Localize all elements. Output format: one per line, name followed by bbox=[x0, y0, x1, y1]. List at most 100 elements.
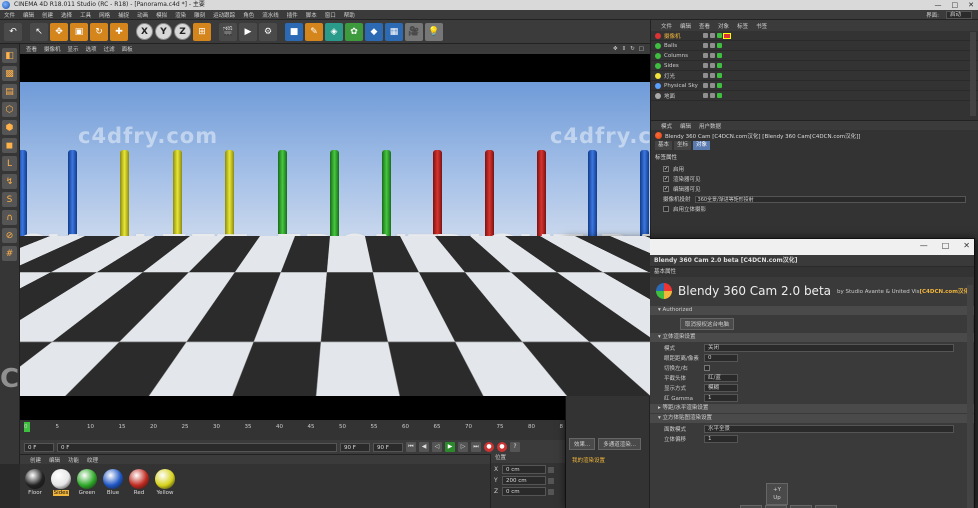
object-name[interactable]: Balls bbox=[664, 43, 677, 49]
menu-item[interactable]: 帮助 bbox=[340, 11, 359, 19]
object-row[interactable]: 灯光 bbox=[651, 71, 978, 81]
enabled-check-icon[interactable] bbox=[717, 63, 722, 68]
object-visibility-flags[interactable] bbox=[703, 63, 722, 68]
viewport-menu-item[interactable]: 选项 bbox=[86, 45, 97, 53]
cube-icon[interactable]: ■ bbox=[285, 22, 303, 41]
object-visibility-flags[interactable] bbox=[703, 73, 722, 78]
menu-item[interactable]: 编辑 bbox=[19, 11, 38, 19]
viewport-menu-item[interactable]: 摄像机 bbox=[44, 45, 61, 53]
menu-item[interactable]: 文件 bbox=[0, 11, 19, 19]
enabled-check-icon[interactable] bbox=[717, 73, 722, 78]
tweak-mode-icon[interactable]: ↯ bbox=[2, 174, 17, 189]
snap-icon[interactable]: S bbox=[2, 192, 17, 207]
object-row[interactable]: Sides bbox=[651, 61, 978, 71]
viewport-menu-item[interactable]: 面板 bbox=[122, 45, 133, 53]
keyframe-icon[interactable]: ? bbox=[510, 442, 520, 452]
cloner-icon[interactable]: ✿ bbox=[345, 22, 363, 41]
effect-item[interactable]: 立体 bbox=[566, 325, 649, 335]
object-menu-item[interactable]: 书签 bbox=[756, 22, 767, 30]
render-visibility-icon[interactable] bbox=[710, 43, 715, 48]
object-menu-item[interactable]: 标签 bbox=[737, 22, 748, 30]
editor-visibility-icon[interactable] bbox=[703, 93, 708, 98]
property-dropdown[interactable]: 关闭 bbox=[704, 344, 954, 352]
render-view-icon[interactable]: 🎬 bbox=[219, 22, 237, 41]
render-visibility-icon[interactable] bbox=[710, 63, 715, 68]
render-visibility-icon[interactable] bbox=[710, 73, 715, 78]
material-preview[interactable] bbox=[103, 469, 123, 489]
effect-item[interactable]: 多通道 bbox=[566, 296, 649, 306]
light-icon[interactable]: 💡 bbox=[425, 22, 443, 41]
grid-icon[interactable]: # bbox=[2, 246, 17, 261]
add-effect-button[interactable]: 效果... bbox=[569, 438, 596, 450]
next-frame-icon[interactable]: ▷ bbox=[458, 442, 468, 452]
object-visibility-flags[interactable] bbox=[703, 83, 722, 88]
record-icon[interactable]: ● bbox=[484, 442, 494, 452]
menu-item[interactable]: 窗口 bbox=[321, 11, 340, 19]
property-number-field[interactable]: 1 bbox=[704, 435, 738, 443]
render-picture-viewer-icon[interactable]: ▶ bbox=[239, 22, 257, 41]
object-name[interactable]: 地面 bbox=[664, 92, 675, 100]
maximize-view-icon[interactable]: □ bbox=[639, 46, 644, 52]
editor-visibility-icon[interactable] bbox=[703, 73, 708, 78]
workplane-icon[interactable]: ▤ bbox=[2, 84, 17, 99]
property-dropdown[interactable]: 模糊 bbox=[704, 384, 738, 392]
polygons-mode-icon[interactable]: ◼ bbox=[2, 138, 17, 153]
object-name[interactable]: 摄像机 bbox=[664, 32, 681, 40]
magnet-icon[interactable]: ∩ bbox=[2, 210, 17, 225]
effect-checkbox[interactable] bbox=[570, 317, 576, 324]
attribute-checkbox[interactable] bbox=[663, 206, 669, 212]
object-manager-scrollbar[interactable] bbox=[970, 32, 976, 116]
attribute-dropdown[interactable]: 360全景/渐进等矩形投射 bbox=[694, 195, 966, 203]
menu-item[interactable]: 流水线 bbox=[258, 11, 283, 19]
editor-visibility-icon[interactable] bbox=[703, 53, 708, 58]
render-settings-icon[interactable]: ⚙ bbox=[259, 22, 277, 41]
zoom-icon[interactable]: ⇕ bbox=[622, 46, 627, 52]
effect-checkbox[interactable]: ✓ bbox=[570, 374, 576, 381]
effect-item[interactable]: ✓ Blendy 360 Cam 2.0 be bbox=[566, 372, 649, 383]
effect-checkbox[interactable] bbox=[570, 345, 576, 352]
object-row[interactable]: 地面 bbox=[651, 91, 978, 101]
effect-item[interactable]: ✓ 保存 bbox=[566, 287, 649, 297]
end-frame-field[interactable]: 90 F bbox=[340, 442, 370, 452]
axis-mode-icon[interactable]: L bbox=[2, 156, 17, 171]
cube-face-up-button[interactable]: +Y Up bbox=[766, 483, 788, 505]
points-mode-icon[interactable]: ⬡ bbox=[2, 102, 17, 117]
attribute-checkbox[interactable]: ✓ bbox=[663, 186, 669, 192]
material-swatch[interactable]: Sides bbox=[50, 469, 72, 496]
enabled-check-icon[interactable] bbox=[717, 53, 722, 58]
camera-icon[interactable]: 🎥 bbox=[405, 22, 423, 41]
floor-icon[interactable]: ▦ bbox=[385, 22, 403, 41]
object-row[interactable]: Physical Sky bbox=[651, 81, 978, 91]
attribute-menu-item[interactable]: 编辑 bbox=[680, 122, 691, 130]
live-select-icon[interactable]: ↖ bbox=[30, 22, 48, 41]
effect-checkbox[interactable] bbox=[570, 307, 576, 314]
attribute-tab[interactable]: 对象 bbox=[693, 141, 711, 150]
autokey-icon[interactable]: ● bbox=[497, 442, 507, 452]
object-visibility-flags[interactable] bbox=[703, 93, 722, 98]
model-mode-icon[interactable]: ◧ bbox=[2, 48, 17, 63]
menu-item[interactable]: 雕刻 bbox=[190, 11, 209, 19]
property-dropdown[interactable]: 水平全景 bbox=[704, 425, 954, 433]
edges-mode-icon[interactable]: ⬢ bbox=[2, 120, 17, 135]
move-icon[interactable]: ✥ bbox=[50, 22, 68, 41]
material-swatch[interactable]: Yellow bbox=[154, 469, 176, 496]
material-menu-item[interactable]: 创建 bbox=[30, 456, 41, 464]
pos-y-field[interactable]: 200 cm bbox=[502, 476, 546, 485]
menu-item[interactable]: 渲染 bbox=[171, 11, 190, 19]
material-swatch[interactable]: Red bbox=[128, 469, 150, 496]
orbit-icon[interactable]: ↻ bbox=[630, 46, 635, 52]
editor-visibility-icon[interactable] bbox=[703, 43, 708, 48]
maximize-button[interactable]: □ bbox=[952, 0, 959, 10]
menu-item[interactable]: 脚本 bbox=[302, 11, 321, 19]
material-swatch[interactable]: Green bbox=[76, 469, 98, 496]
material-preview[interactable] bbox=[25, 469, 45, 489]
dialog-maximize-button[interactable]: □ bbox=[942, 241, 950, 250]
pan-icon[interactable]: ✥ bbox=[613, 46, 618, 52]
effect-checkbox[interactable] bbox=[570, 355, 576, 362]
menu-item[interactable]: 工具 bbox=[76, 11, 95, 19]
goto-end-icon[interactable]: ⏭ bbox=[471, 442, 481, 452]
menu-item[interactable]: 角色 bbox=[239, 11, 258, 19]
undo-icon[interactable]: ↶ bbox=[4, 22, 22, 41]
object-visibility-flags[interactable] bbox=[703, 33, 722, 38]
blendy-tag-icon[interactable] bbox=[723, 32, 731, 39]
